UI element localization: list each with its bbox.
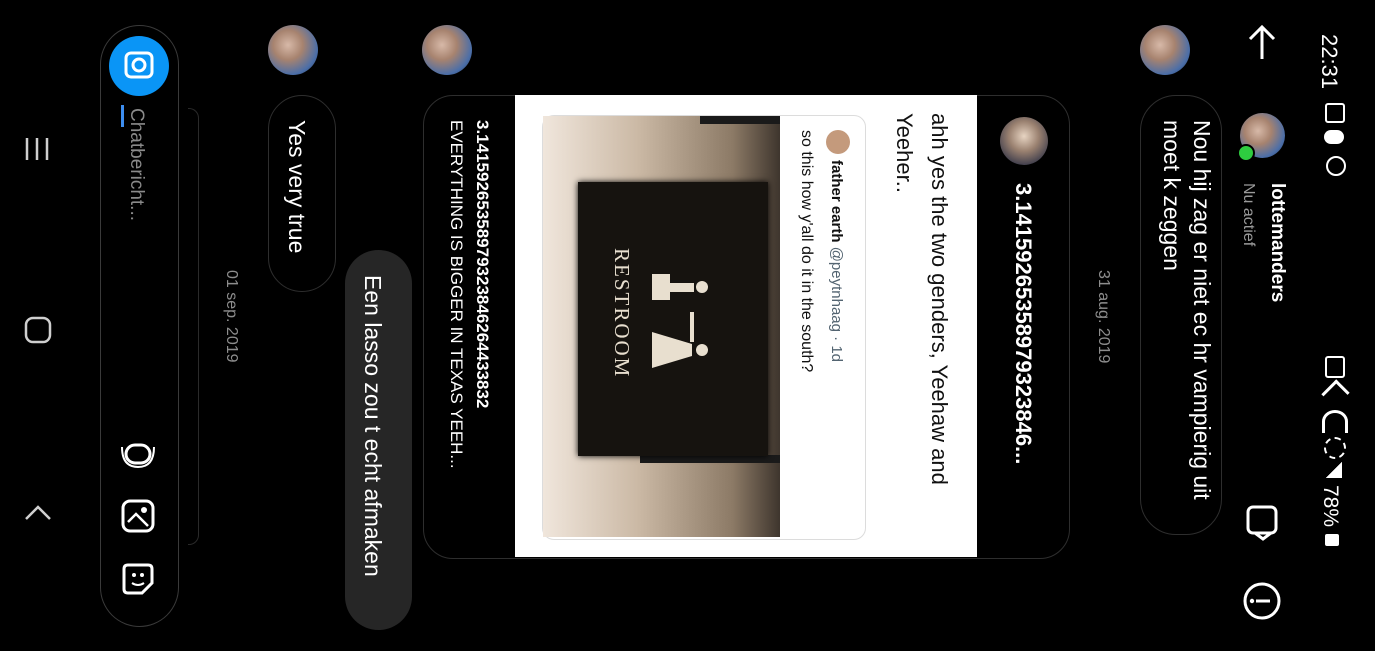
avatar[interactable] (1140, 25, 1190, 75)
text-cursor (121, 105, 124, 127)
header-status: Nu actief (1240, 183, 1257, 247)
accessibility-icon (1326, 156, 1346, 176)
post-footer-text: EVERYTHING IS BIGGER IN TEXAS YEEH... (447, 120, 466, 469)
video-call-icon[interactable] (1245, 505, 1281, 541)
wifi-icon (1322, 410, 1348, 433)
sign-text: RESTROOM (610, 248, 634, 379)
message-text: Nou hij zag er niet ec hr vampierig uit … (1159, 120, 1215, 500)
post-author[interactable]: 3.14159265358979323846... (1010, 183, 1036, 464)
tweet-avatar (826, 130, 850, 154)
post-author-avatar[interactable] (1000, 117, 1048, 165)
gallery-picker-icon[interactable] (120, 498, 156, 534)
sign-pole (700, 116, 780, 124)
camera-button[interactable] (109, 36, 169, 96)
wifi-calling-icon (1324, 437, 1346, 459)
man-figure-icon (648, 268, 708, 306)
date-separator: 31 aug. 2019 (1095, 270, 1112, 364)
battery-icon (1325, 534, 1339, 546)
recents-icon[interactable] (23, 134, 53, 164)
battery-percent: 78% (1319, 485, 1342, 528)
avatar[interactable] (268, 25, 318, 75)
gallery-icon (1325, 103, 1345, 123)
status-time: 22:31 (1317, 34, 1342, 90)
message-text: Een lasso zou t echt afmaken (360, 275, 386, 577)
status-bar (1340, 0, 1375, 651)
microphone-icon[interactable] (118, 437, 158, 471)
back-icon[interactable] (23, 497, 53, 527)
sign-pole (640, 455, 780, 463)
date-separator: 01 sep. 2019 (223, 270, 240, 363)
post-footer-author: 3.14159265358979323846264433832 (473, 120, 492, 409)
woman-figure-icon (648, 330, 708, 370)
tweet-name: father earth (828, 160, 845, 243)
avatar[interactable] (422, 25, 472, 75)
message-input[interactable]: Chatbericht... (125, 108, 147, 221)
back-arrow-icon[interactable] (1242, 23, 1282, 63)
message-text: Yes very true (284, 120, 310, 254)
cloud-icon (1324, 130, 1344, 144)
signal-icon (1326, 462, 1342, 478)
restroom-sign (578, 182, 768, 456)
header-username[interactable]: lottemanders (1266, 183, 1288, 302)
tweet-text: so this how y'all do it in the south? (798, 130, 815, 373)
info-icon[interactable] (1242, 581, 1282, 621)
battery-saver-icon (1325, 356, 1345, 378)
post-caption: ahh yes the two genders, Yeehaw and Yeeh… (892, 113, 952, 485)
sticker-icon[interactable] (120, 561, 156, 597)
composer-edge (188, 108, 199, 545)
online-indicator (1237, 144, 1255, 162)
home-icon[interactable] (23, 315, 53, 345)
tweet-handle: @peytnhaag · 1d (828, 246, 845, 363)
